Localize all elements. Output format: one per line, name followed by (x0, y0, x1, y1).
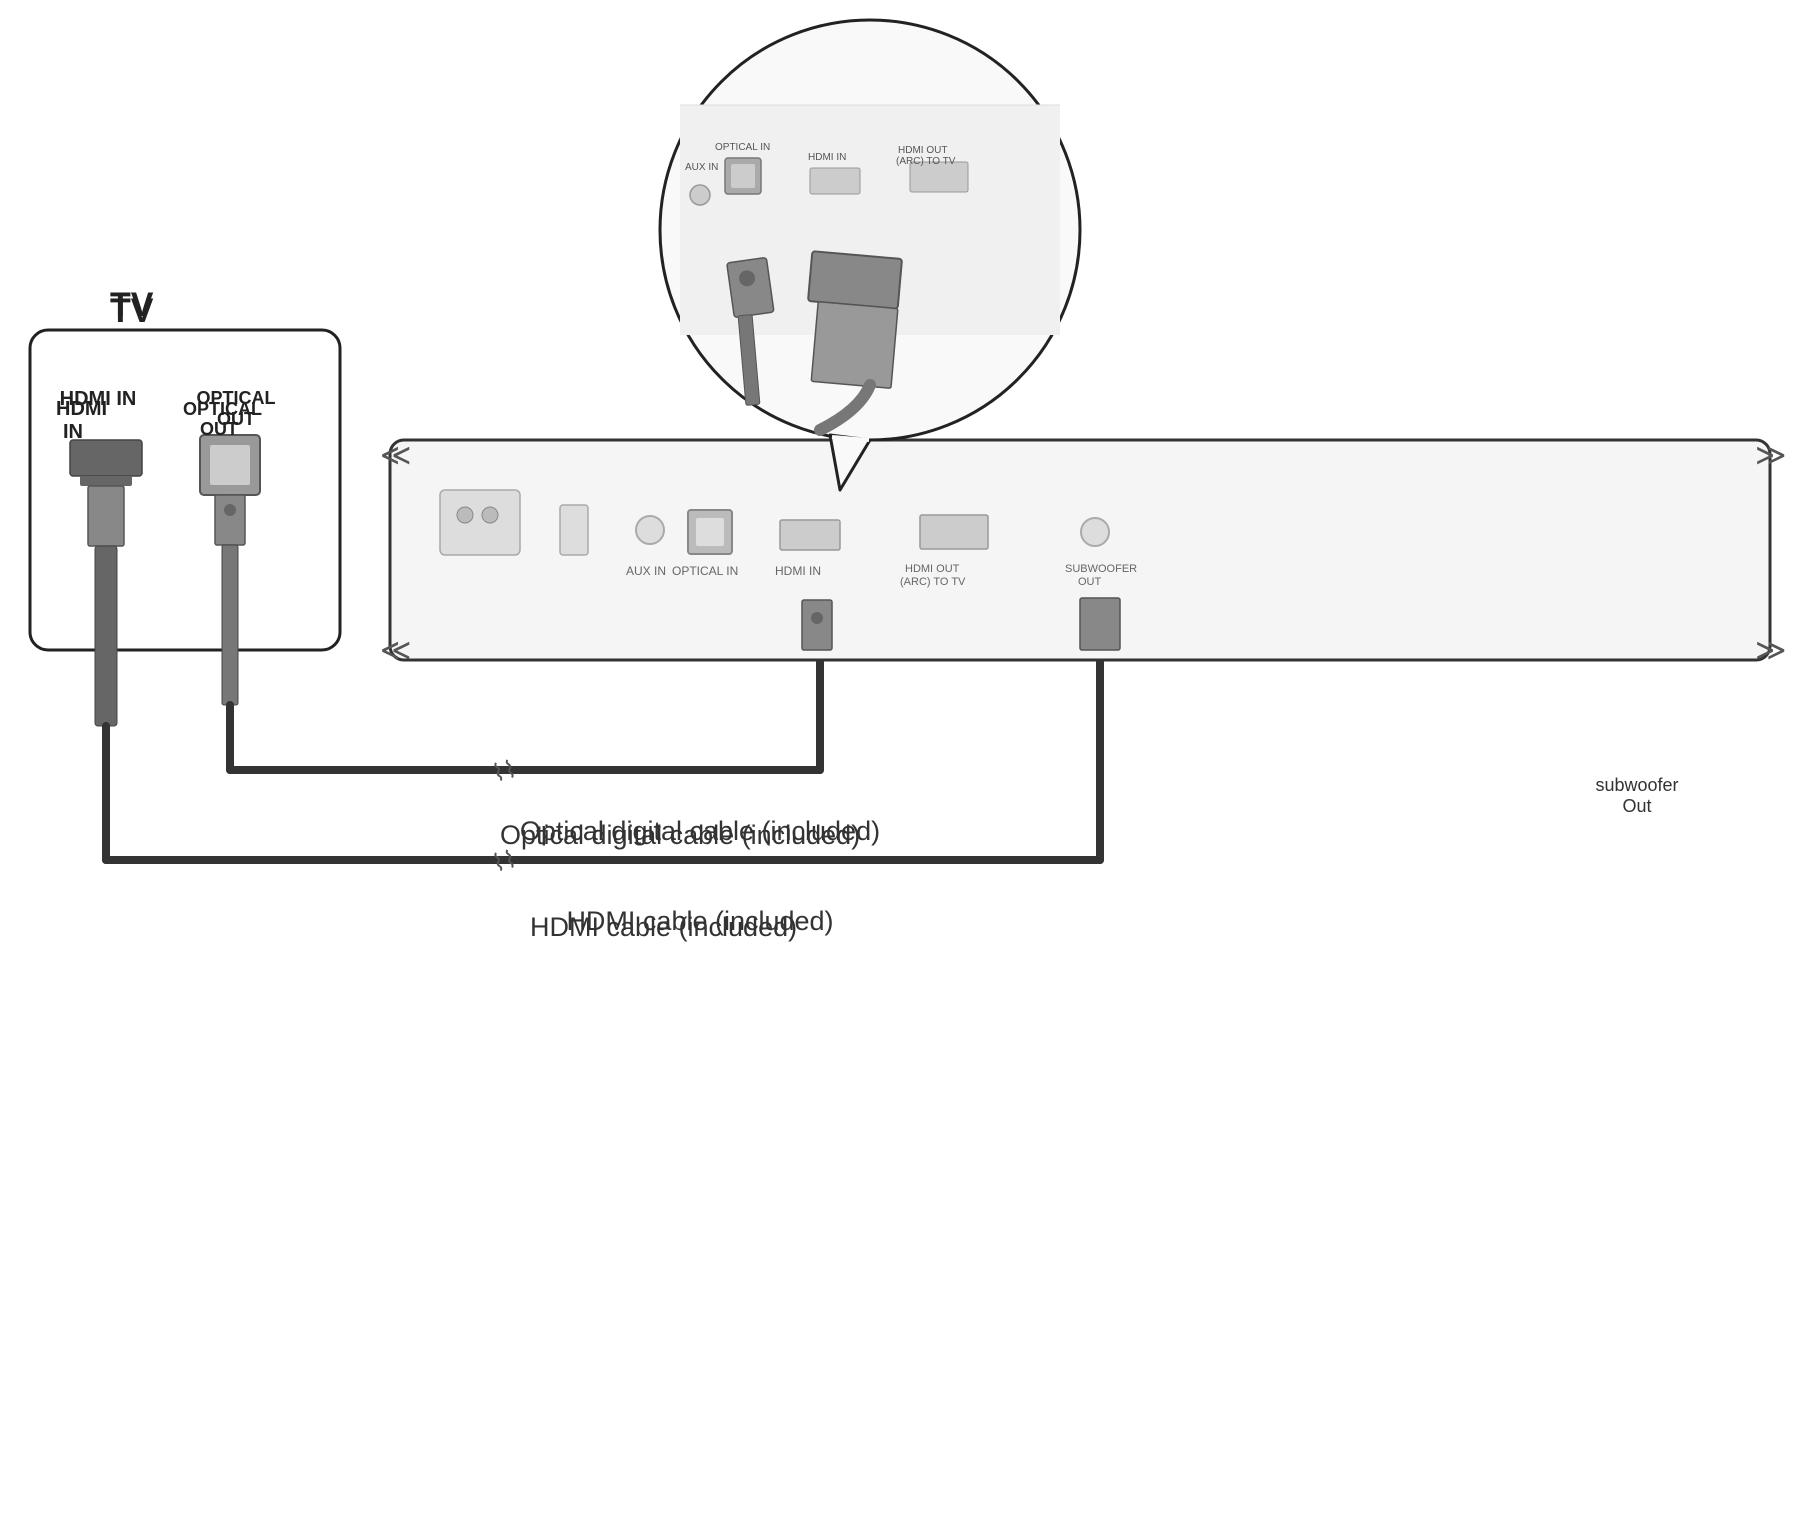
svg-text:SUBWOOFER: SUBWOOFER (1065, 563, 1137, 575)
hdmi-cable-label: HDMI cable (included) (530, 912, 797, 943)
svg-text:(ARC) TO TV: (ARC) TO TV (900, 576, 966, 588)
svg-text:OPTICAL IN: OPTICAL IN (715, 142, 770, 153)
tv-hdmi-label: HDMI IN (58, 388, 138, 411)
subwoofer-out-label: subwoofer Out (1582, 775, 1692, 817)
svg-text:OUT: OUT (1078, 576, 1102, 588)
svg-text:AUX IN: AUX IN (626, 564, 666, 578)
svg-text:⌇⌇: ⌇⌇ (490, 756, 520, 788)
svg-text:HDMI IN: HDMI IN (775, 564, 821, 578)
svg-text:OPTICAL IN: OPTICAL IN (672, 564, 738, 578)
optical-cable-label: Optical digital cable (included) (500, 820, 860, 851)
svg-text:HDMI OUT: HDMI OUT (898, 145, 947, 156)
svg-text:AUX IN: AUX IN (685, 162, 718, 173)
tv-optical-label: OPTICAL OUT (186, 388, 286, 430)
svg-text:≫: ≫ (1755, 439, 1786, 472)
tv-label: TV (110, 286, 153, 325)
svg-text:≪: ≪ (380, 634, 411, 667)
diagram-container: TV HDMI IN OPTICAL OUT (0, 0, 1805, 1533)
svg-text:≪: ≪ (380, 439, 411, 472)
svg-text:IN: IN (63, 421, 83, 443)
svg-text:(ARC) TO TV: (ARC) TO TV (896, 156, 956, 167)
svg-text:≫: ≫ (1755, 634, 1786, 667)
svg-text:HDMI IN: HDMI IN (808, 152, 846, 163)
cables-svg: TV HDMI IN OPTICAL OUT (0, 0, 1805, 1533)
svg-text:HDMI OUT: HDMI OUT (905, 563, 960, 575)
